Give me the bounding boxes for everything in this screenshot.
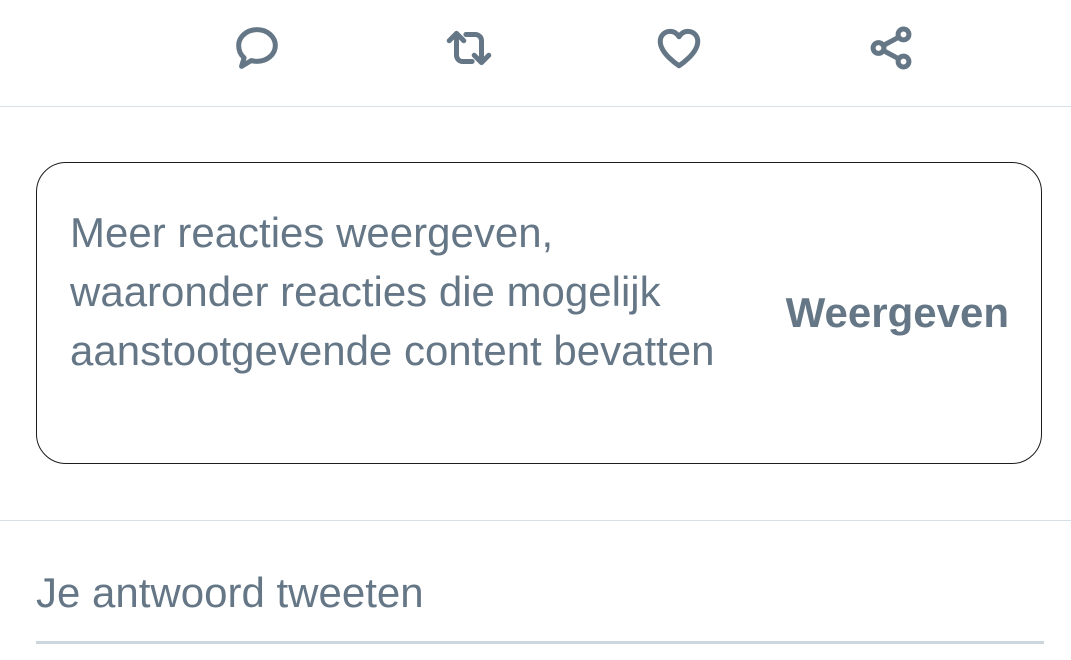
reply-placeholder: Je antwoord tweeten [36, 569, 424, 616]
notice-text: Meer reacties weergeven, waaronder react… [70, 209, 715, 374]
reply-icon[interactable] [229, 20, 285, 76]
reply-input[interactable]: Je antwoord tweeten [36, 566, 1044, 644]
tweet-action-bar [0, 0, 1071, 107]
section-divider [0, 520, 1071, 521]
show-button[interactable]: Weergeven [786, 289, 1009, 337]
retweet-icon[interactable] [441, 20, 497, 76]
share-icon[interactable] [863, 20, 919, 76]
show-more-replies-card: Meer reacties weergeven, waaronder react… [36, 162, 1042, 464]
heart-icon[interactable] [651, 20, 707, 76]
